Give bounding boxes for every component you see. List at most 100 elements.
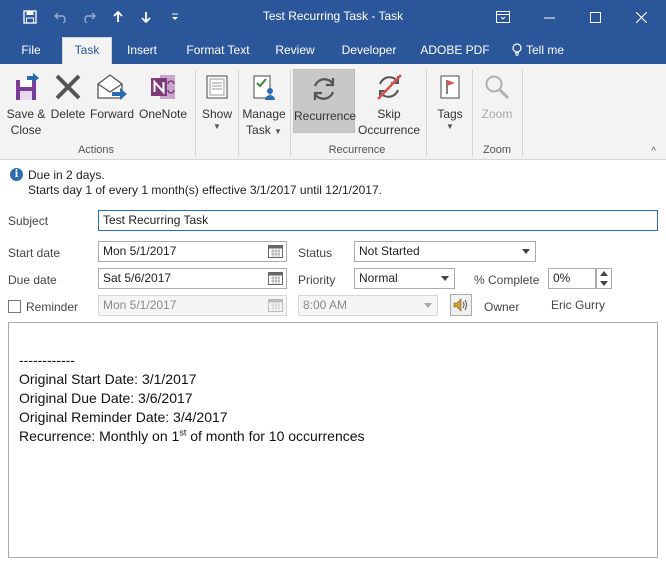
forward-icon [88,68,136,106]
subject-input[interactable]: Test Recurring Task [98,210,658,231]
onenote-button[interactable]: OneNote [138,68,188,144]
tags-icon [431,68,469,106]
start-date-field[interactable]: Mon 5/1/2017 [98,241,287,262]
reminder-checkbox[interactable] [8,300,21,313]
tell-me-label: Tell me [526,43,565,57]
tab-task[interactable]: Task [62,37,112,64]
calendar-icon[interactable] [268,245,283,258]
start-date-value: Mon 5/1/2017 [103,244,177,258]
skip-occurrence-button[interactable]: Skip Occurrence [357,68,421,144]
manage-task-button[interactable]: Manage Task ▼ [241,68,287,144]
stepper-up-icon[interactable] [600,271,608,276]
ribbon-separator [195,70,196,156]
lightbulb-icon [512,43,522,56]
skip-label-1: Skip [377,107,401,121]
tab-developer[interactable]: Developer [334,38,404,64]
zoom-label: Zoom [481,107,513,121]
chevron-down-icon: ▼ [274,127,282,136]
recurrence-label: Recurrence [294,109,357,123]
stepper-down-icon[interactable] [600,281,608,286]
tab-insert[interactable]: Insert [118,38,166,64]
tab-adobe-pdf[interactable]: ADOBE PDF [416,38,494,64]
chevron-down-icon: ▼ [446,122,454,131]
forward-button[interactable]: Forward [88,68,136,144]
recurrence-group-label: Recurrence [328,144,386,156]
chevron-down-icon: ▼ [213,122,221,131]
maximize-button[interactable] [572,0,618,34]
tab-tell-me[interactable]: Tell me [512,38,582,64]
recurrence-icon [294,70,354,108]
tab-file[interactable]: File [10,38,52,64]
manage-task-label-text: Task [246,123,271,137]
ribbon-display-options-icon[interactable] [480,0,526,34]
percent-complete-stepper[interactable] [596,268,612,289]
info-recurrence: Starts day 1 of every 1 month(s) effecti… [28,183,382,197]
reminder-sound-button[interactable] [450,294,472,316]
collapse-ribbon-icon[interactable]: ^ [651,146,656,157]
ribbon-separator [290,70,291,156]
status-label: Status [298,246,333,260]
due-date-label: Due date [8,273,57,287]
skip-occurrence-icon [357,68,421,106]
owner-label: Owner [484,300,520,314]
notes-recurrence-post: of month for 10 occurrences [186,428,365,444]
status-select[interactable]: Not Started [354,241,536,262]
manage-task-label-2: Task ▼ [241,122,287,138]
reminder-time-value: 8:00 AM [303,298,348,312]
redo-icon[interactable] [78,0,100,34]
ribbon: Save & Close Delete Forward OneNote Acti… [0,64,666,160]
title-bar: Test Recurring Task - Task [0,0,666,34]
tab-format-text[interactable]: Format Text [180,38,256,64]
info-due: Due in 2 days. [28,168,105,182]
save-icon[interactable] [18,0,42,34]
close-button[interactable] [618,0,664,34]
save-close-button[interactable]: Save & Close [4,68,48,144]
notes-recurrence: Recurrence: Monthly on 1st of month for … [19,427,647,446]
ribbon-tabs: File Task Insert Format Text Review Deve… [0,34,666,64]
tags-button[interactable]: Tags ▼ [431,68,469,144]
priority-value: Normal [359,271,398,285]
forward-label: Forward [89,107,134,121]
zoom-button[interactable]: Zoom [476,68,518,144]
notes-recurrence-pre: Recurrence: Monthly on 1 [19,428,180,444]
calendar-icon[interactable] [268,272,283,285]
delete-icon [50,68,86,106]
due-date-field[interactable]: Sat 5/6/2017 [98,268,287,289]
ribbon-separator [472,70,473,156]
chevron-down-icon [522,249,530,254]
calendar-icon[interactable] [268,299,283,312]
ribbon-separator [238,70,239,156]
customize-qat-icon[interactable] [166,0,184,34]
ribbon-separator [426,70,427,156]
up-arrow-icon[interactable] [108,0,128,34]
reminder-date-value: Mon 5/1/2017 [103,298,177,312]
priority-select[interactable]: Normal [354,268,455,289]
down-arrow-icon[interactable] [136,0,156,34]
delete-button[interactable]: Delete [50,68,86,144]
chevron-down-icon [441,276,449,281]
ribbon-separator [522,70,523,156]
start-date-label: Start date [8,246,61,260]
delete-label: Delete [50,107,86,121]
zoom-group-label: Zoom [482,144,512,156]
actions-group-label: Actions [77,144,115,156]
manage-task-label-1: Manage [242,107,286,121]
reminder-time-select[interactable]: 8:00 AM [298,295,438,316]
show-label: Show [201,107,233,121]
skip-label-2: Occurrence [357,123,421,137]
notes-original-start: Original Start Date: 3/1/2017 [19,371,197,387]
speaker-icon [453,298,467,312]
tab-review[interactable]: Review [270,38,320,64]
onenote-icon [138,68,188,106]
task-notes[interactable]: ------------ Original Start Date: 3/1/20… [8,322,658,558]
recurrence-button[interactable]: Recurrence [293,69,357,133]
chevron-down-icon [424,303,432,308]
reminder-date-field[interactable]: Mon 5/1/2017 [98,295,287,316]
minimize-button[interactable] [526,0,572,34]
onenote-label: OneNote [138,107,188,121]
save-close-label-2: Close [10,123,42,137]
percent-complete-label: % Complete [474,273,540,287]
show-button[interactable]: Show ▼ [199,68,235,144]
undo-icon[interactable] [50,0,72,34]
percent-complete-input[interactable]: 0% [548,268,596,289]
